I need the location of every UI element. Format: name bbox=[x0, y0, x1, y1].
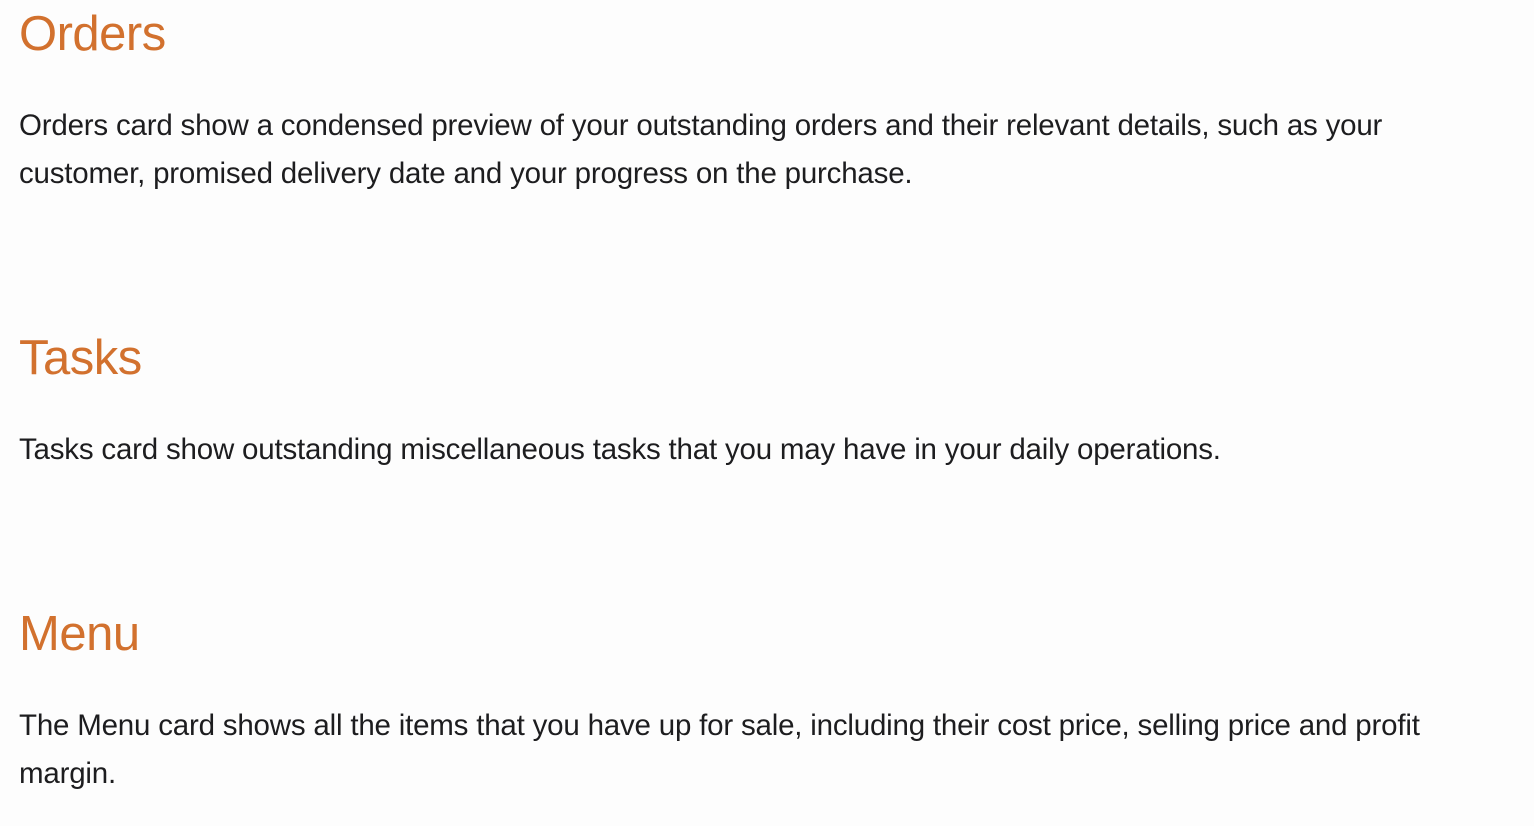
section-menu: Menu The Menu card shows all the items t… bbox=[19, 605, 1499, 798]
section-description-tasks: Tasks card show outstanding miscellaneou… bbox=[19, 433, 1221, 466]
help-content: Orders Orders card show a condensed prev… bbox=[0, 0, 1534, 826]
section-title-menu: Menu bbox=[19, 607, 140, 661]
section-orders: Orders Orders card show a condensed prev… bbox=[19, 5, 1499, 198]
section-description-menu: The Menu card shows all the items that y… bbox=[19, 709, 1420, 790]
section-title-tasks: Tasks bbox=[19, 331, 142, 385]
section-tasks: Tasks Tasks card show outstanding miscel… bbox=[19, 329, 1499, 474]
section-description-orders: Orders card show a condensed preview of … bbox=[19, 109, 1383, 190]
section-title-orders: Orders bbox=[19, 7, 166, 61]
